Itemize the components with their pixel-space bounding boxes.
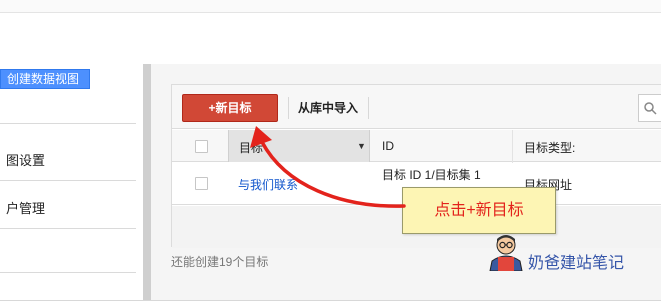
remaining-goals-text: 还能创建19个目标 xyxy=(171,255,269,269)
id-header-label[interactable]: ID xyxy=(382,139,394,153)
sidebar-divider xyxy=(0,272,136,273)
select-all-checkbox[interactable] xyxy=(195,140,208,153)
row-checkbox[interactable] xyxy=(195,177,208,190)
toolbar-separator xyxy=(288,97,289,119)
table-header-row: 目标 ▼ ID 目标类型: xyxy=(172,130,661,162)
goal-header-label: 目标 xyxy=(239,141,264,155)
type-header-label[interactable]: 目标类型: xyxy=(524,139,575,156)
toolbar-separator xyxy=(368,97,369,119)
bottom-divider xyxy=(0,300,661,301)
goal-id-cell: 目标 ID 1/目标集 1 xyxy=(382,168,481,182)
goals-toolbar: +新目标 从库中导入 xyxy=(172,85,661,129)
search-input[interactable] xyxy=(638,94,661,122)
new-goal-button[interactable]: +新目标 xyxy=(182,94,278,122)
search-icon xyxy=(644,102,657,115)
screenshot-frame: 创建数据视图 图设置 户管理 +新目标 从库中导入 目标 ▼ ID 目标类型: … xyxy=(0,0,661,307)
create-view-button[interactable]: 创建数据视图 xyxy=(0,69,90,89)
sidebar-item-view-settings[interactable]: 图设置 xyxy=(6,150,45,169)
avatar-icon xyxy=(489,235,523,271)
panel-divider xyxy=(143,64,151,300)
top-band xyxy=(0,0,661,12)
sidebar-divider xyxy=(0,228,136,229)
goal-column-header[interactable]: 目标 ▼ xyxy=(228,130,370,162)
import-from-gallery-button[interactable]: 从库中导入 xyxy=(298,99,358,116)
sidebar-divider xyxy=(0,180,136,181)
sidebar-item-user-management[interactable]: 户管理 xyxy=(6,198,45,217)
annotation-callout: 点击+新目标 xyxy=(402,187,556,234)
watermark: 奶爸建站笔记 xyxy=(486,231,636,272)
sidebar-divider xyxy=(0,123,136,124)
watermark-text: 奶爸建站笔记 xyxy=(528,253,625,272)
sort-desc-icon: ▼ xyxy=(357,141,366,151)
goal-name-link[interactable]: 与我们联系 xyxy=(238,176,298,193)
